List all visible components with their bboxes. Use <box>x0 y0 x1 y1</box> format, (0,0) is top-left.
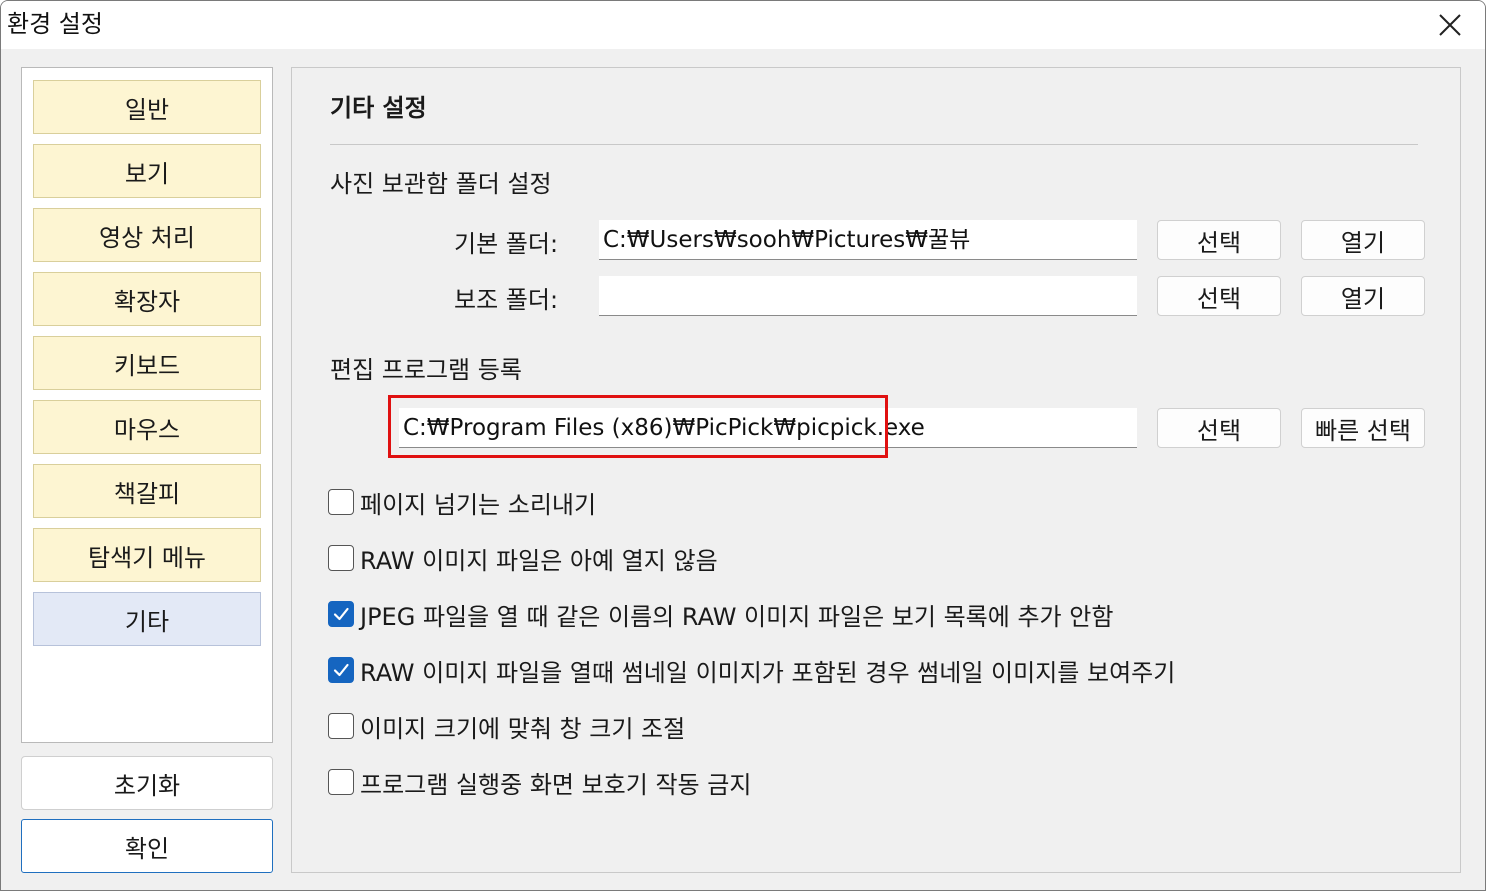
close-button[interactable] <box>1415 1 1485 49</box>
checkmark-icon <box>333 663 349 677</box>
checkbox[interactable] <box>328 713 354 739</box>
highlight-annotation <box>388 395 888 458</box>
divider <box>330 144 1418 145</box>
option-label: RAW 이미지 파일을 열때 썸네일 이미지가 포함된 경우 썸네일 이미지를 … <box>360 658 1176 687</box>
sidebar-item-label: 책갈피 <box>113 479 181 508</box>
sidebar-item-label: 키보드 <box>113 351 181 380</box>
sidebar-item-label: 기타 <box>124 607 170 636</box>
reset-button[interactable]: 초기화 <box>21 756 273 810</box>
sidebar-item-image-processing[interactable]: 영상 처리 <box>33 208 261 262</box>
sidebar-item-label: 마우스 <box>113 415 181 444</box>
option-label: 페이지 넘기는 소리내기 <box>360 490 597 519</box>
category-list: 일반 보기 영상 처리 확장자 키보드 마우스 책갈피 탐색기 메뉴 기타 <box>21 67 273 743</box>
sidebar-item-label: 확장자 <box>113 287 181 316</box>
secondary-folder-open-button[interactable]: 열기 <box>1301 276 1425 316</box>
sidebar-item-keyboard[interactable]: 키보드 <box>33 336 261 390</box>
option-label: JPEG 파일을 열 때 같은 이름의 RAW 이미지 파일은 보기 목록에 추… <box>360 602 1114 631</box>
secondary-folder-label: 보조 폴더: <box>454 286 559 314</box>
window-title: 환경 설정 <box>7 10 103 38</box>
option-raw-thumbnail[interactable]: RAW 이미지 파일을 열때 썸네일 이미지가 포함된 경우 썸네일 이미지를 … <box>328 654 1176 687</box>
page-title: 기타 설정 <box>330 94 427 122</box>
checkbox[interactable] <box>328 545 354 571</box>
option-hide-raw-duplicates[interactable]: JPEG 파일을 열 때 같은 이름의 RAW 이미지 파일은 보기 목록에 추… <box>328 598 1114 631</box>
sidebar-item-explorer-menu[interactable]: 탐색기 메뉴 <box>33 528 261 582</box>
sidebar-item-view[interactable]: 보기 <box>33 144 261 198</box>
default-folder-select-button[interactable]: 선택 <box>1157 220 1281 260</box>
sidebar-item-misc[interactable]: 기타 <box>33 592 261 646</box>
option-disable-screensaver[interactable]: 프로그램 실행중 화면 보호기 작동 금지 <box>328 766 752 799</box>
sidebar-item-label: 영상 처리 <box>99 223 195 252</box>
checkmark-icon <box>333 607 349 621</box>
close-icon <box>1439 14 1461 36</box>
checkbox[interactable] <box>328 769 354 795</box>
checkbox[interactable] <box>328 601 354 627</box>
sidebar-item-bookmarks[interactable]: 책갈피 <box>33 464 261 518</box>
settings-dialog: 환경 설정 일반 보기 영상 처리 확장자 키보드 마우스 책갈피 탐색기 메뉴… <box>0 0 1486 891</box>
sidebar-item-label: 일반 <box>124 95 170 124</box>
checkbox[interactable] <box>328 657 354 683</box>
sidebar-item-label: 보기 <box>124 159 170 188</box>
default-folder-label: 기본 폴더: <box>454 230 559 258</box>
sidebar-item-label: 탐색기 메뉴 <box>87 543 207 572</box>
quick-select-button[interactable]: 빠른 선택 <box>1301 408 1425 448</box>
title-bar: 환경 설정 <box>1 1 1485 49</box>
option-label: RAW 이미지 파일은 아예 열지 않음 <box>360 546 718 575</box>
option-label: 이미지 크기에 맞춰 창 크기 조절 <box>360 714 686 743</box>
option-skip-raw[interactable]: RAW 이미지 파일은 아예 열지 않음 <box>328 542 718 575</box>
default-folder-input[interactable]: C:₩Users₩sooh₩Pictures₩꿀뷰 <box>599 220 1137 260</box>
secondary-folder-select-button[interactable]: 선택 <box>1157 276 1281 316</box>
option-fit-window[interactable]: 이미지 크기에 맞춰 창 크기 조절 <box>328 710 686 743</box>
photo-folder-group-label: 사진 보관함 폴더 설정 <box>330 170 552 198</box>
editor-select-button[interactable]: 선택 <box>1157 408 1281 448</box>
option-page-sound[interactable]: 페이지 넘기는 소리내기 <box>328 486 597 519</box>
option-label: 프로그램 실행중 화면 보호기 작동 금지 <box>360 770 752 799</box>
sidebar-item-general[interactable]: 일반 <box>33 80 261 134</box>
sidebar-item-extensions[interactable]: 확장자 <box>33 272 261 326</box>
secondary-folder-input[interactable] <box>599 276 1137 316</box>
checkbox[interactable] <box>328 489 354 515</box>
ok-button[interactable]: 확인 <box>21 819 273 873</box>
default-folder-open-button[interactable]: 열기 <box>1301 220 1425 260</box>
editor-group-label: 편집 프로그램 등록 <box>330 356 522 384</box>
settings-panel: 기타 설정 사진 보관함 폴더 설정 기본 폴더: C:₩Users₩sooh₩… <box>291 67 1461 873</box>
sidebar-item-mouse[interactable]: 마우스 <box>33 400 261 454</box>
